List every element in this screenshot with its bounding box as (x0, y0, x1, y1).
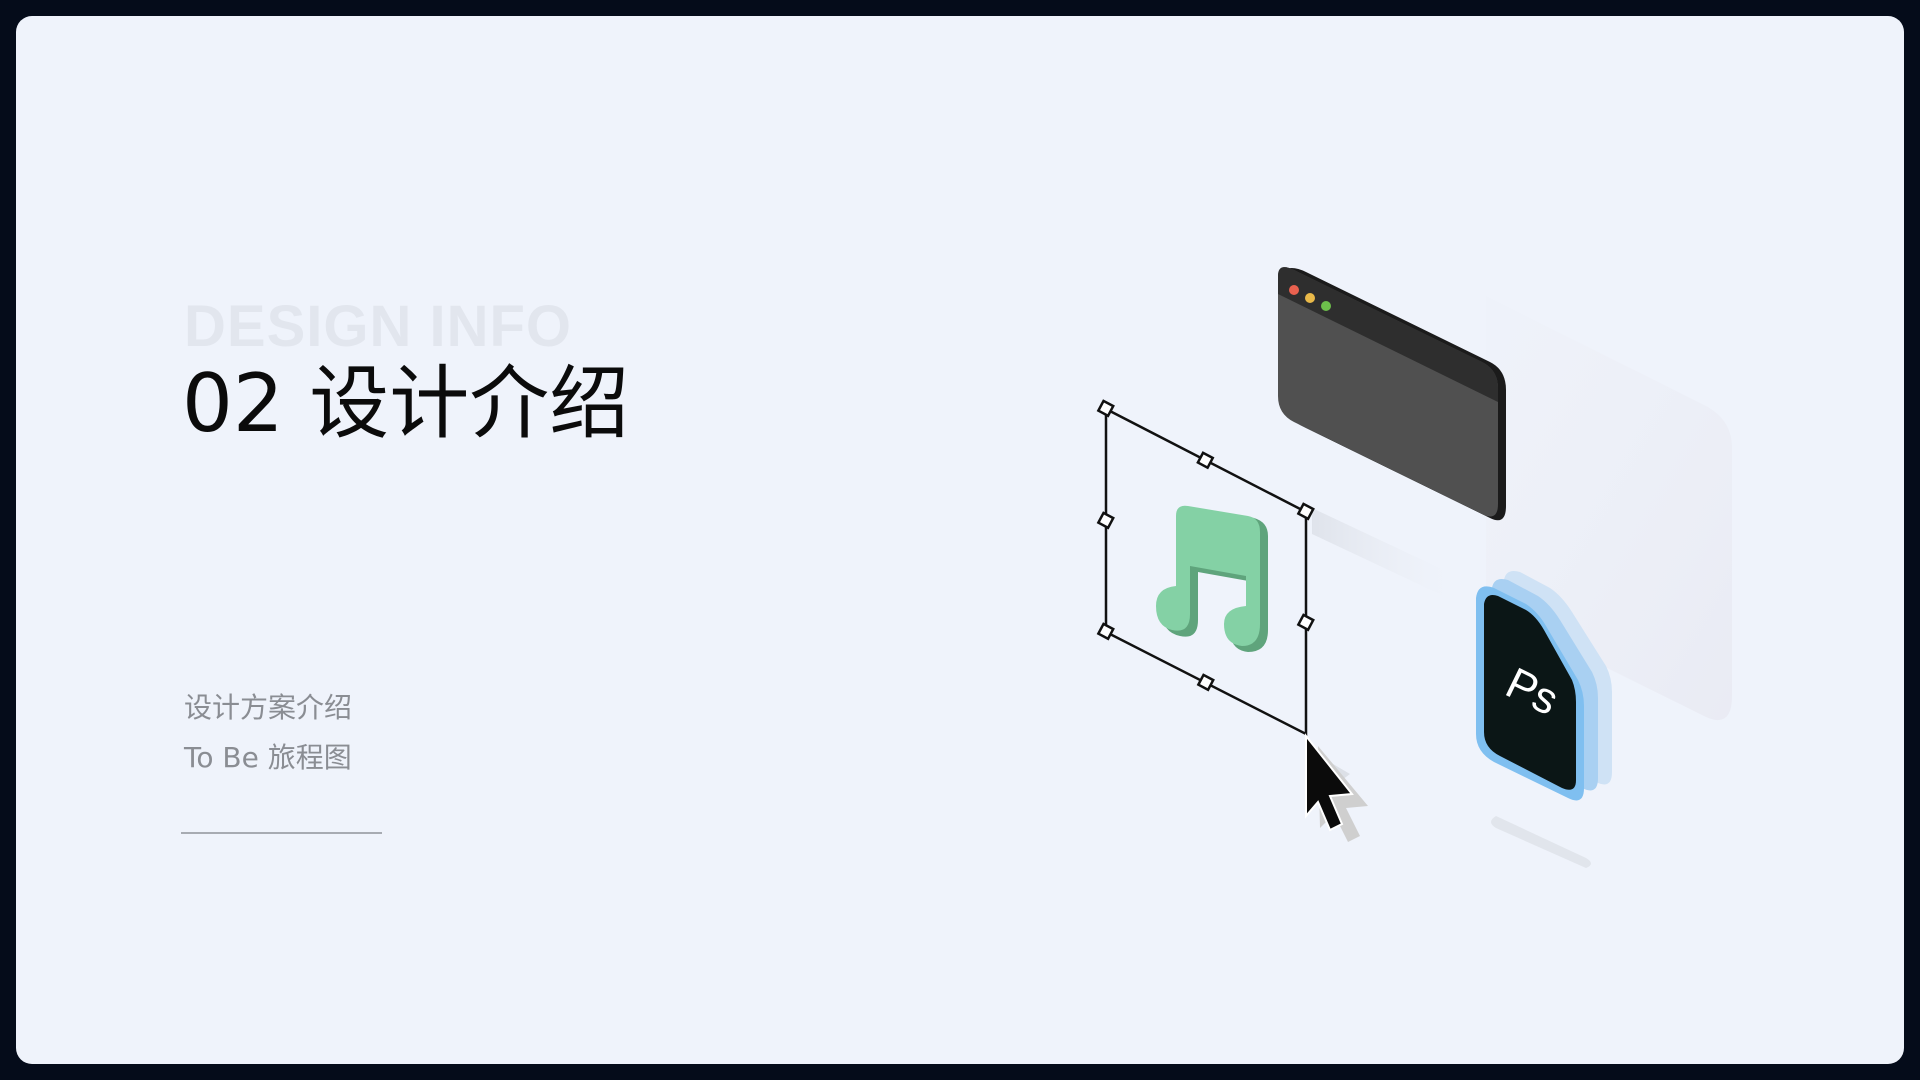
music-note-icon (1156, 505, 1268, 652)
traffic-light-red (1289, 285, 1299, 295)
traffic-light-green (1321, 301, 1331, 311)
isometric-illustration: Ps (1096, 267, 1732, 868)
cursor-arrow-icon (1305, 733, 1368, 842)
slide-canvas: DESIGN INFO 02 设计介绍 设计方案介绍 To Be 旅程图 Ps (16, 16, 1904, 1064)
traffic-light-yellow (1305, 293, 1315, 303)
browser-window-icon (1278, 267, 1506, 521)
